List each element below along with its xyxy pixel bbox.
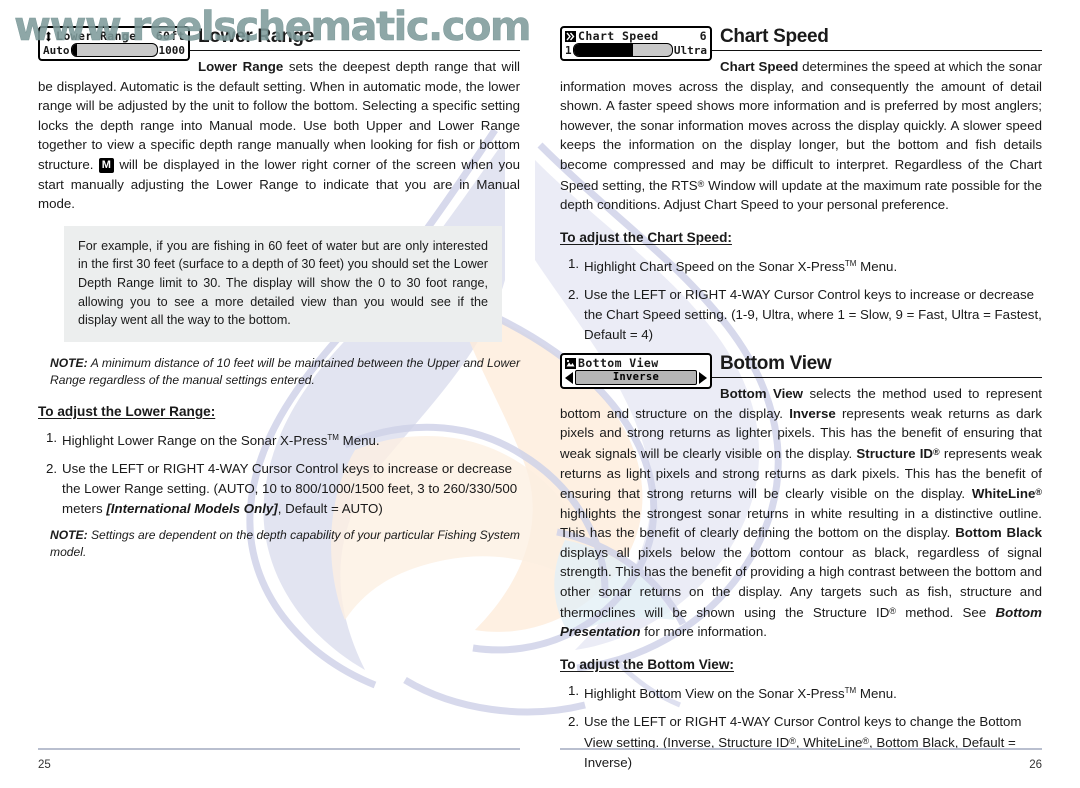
chart-speed-title: Chart Speed [578,29,659,43]
bottom-view-paragraph: Bottom View selects the method used to r… [560,386,1043,640]
step-number: 2. [568,287,580,303]
bottom-view-selected-value[interactable]: Inverse [575,370,697,386]
to-adjust-chart-speed-subheading: To adjust the Chart Speed: [560,229,732,245]
list-item: 1. Highlight Lower Range on the Sonar X-… [38,428,520,451]
bottom-view-title-row: Bottom View [564,356,708,370]
note-1-label: NOTE: [50,355,88,370]
note-2-text: Settings are dependent on the depth capa… [50,528,520,560]
lower-range-example-box: For example, if you are fishing in 60 fe… [64,225,502,342]
document-page: Lower Range 60ft Auto 1000 Lower Range L… [0,0,1080,788]
chart-speed-value: 6 [699,29,707,43]
lower-range-note-2: NOTE: Settings are dependent on the dept… [50,527,520,561]
step-number: 1. [568,682,580,698]
bottom-view-menu-widget[interactable]: Bottom View Inverse [560,353,712,390]
footer-rule [560,748,1042,750]
list-item: 1. Highlight Bottom View on the Sonar X-… [560,681,1042,704]
chart-speed-slider-row[interactable]: 1 Ultra [564,43,708,57]
lower-range-steps: 1. Highlight Lower Range on the Sonar X-… [38,428,520,518]
chart-speed-max-label: Ultra [673,43,707,57]
step-text: Use the LEFT or RIGHT 4-WAY Cursor Contr… [584,287,1042,342]
chart-speed-intro-block: Chart Speed 6 1 Ultra Chart Speed Chart … [560,26,1042,215]
right-page-footer: 26 [560,748,1042,771]
bottom-view-title: Bottom View [578,356,659,371]
chart-speed-title-row: Chart Speed 6 [564,29,708,43]
chart-speed-paragraph: Chart Speed determines the speed at whic… [560,59,1042,213]
chart-speed-slider-track[interactable] [572,43,673,57]
site-url-watermark: www.reelschematic.com [14,4,532,51]
right-arrow-icon[interactable] [699,371,707,384]
speed-lines-icon [565,30,576,42]
note-1-text: A minimum distance of 10 feet will be ma… [50,355,520,387]
to-adjust-bottom-view-subheading: To adjust the Bottom View: [560,656,734,672]
mountain-image-icon [565,357,576,369]
left-page-column: Lower Range 60ft Auto 1000 Lower Range L… [38,26,520,561]
footer-rule [38,748,520,750]
chart-speed-min-label: 1 [565,43,572,57]
to-adjust-lower-range-subheading: To adjust the Lower Range: [38,403,216,419]
step-number: 1. [46,429,58,445]
step-text: Use the LEFT or RIGHT 4-WAY Cursor Contr… [62,461,518,516]
chart-speed-slider-fill [573,44,633,56]
list-item: 2. Use the LEFT or RIGHT 4-WAY Cursor Co… [560,285,1042,344]
list-item: 2. Use the LEFT or RIGHT 4-WAY Cursor Co… [38,459,520,518]
list-item: 1. Highlight Chart Speed on the Sonar X-… [560,254,1042,277]
step-text: Highlight Chart Speed on the Sonar X-Pre… [584,258,898,274]
bottom-view-intro-block: Bottom View Inverse Bottom View Bottom V… [560,353,1042,642]
left-arrow-icon[interactable] [565,371,573,384]
step-text: Highlight Lower Range on the Sonar X-Pre… [62,432,380,448]
lower-range-note-1: NOTE: A minimum distance of 10 feet will… [50,355,520,389]
chart-speed-menu-widget[interactable]: Chart Speed 6 1 Ultra [560,26,712,61]
lower-range-intro-block: Lower Range 60ft Auto 1000 Lower Range L… [38,26,520,214]
step-number: 2. [46,461,58,477]
step-text: Highlight Bottom View on the Sonar X-Pre… [584,685,897,701]
bottom-view-selector-row[interactable]: Inverse [564,370,708,386]
note-2-label: NOTE: [50,528,88,543]
page-number: 25 [38,759,51,771]
left-page-footer: 25 [38,748,520,771]
right-page-column: Chart Speed 6 1 Ultra Chart Speed Chart … [560,26,1042,781]
chart-speed-steps: 1. Highlight Chart Speed on the Sonar X-… [560,254,1042,344]
lower-range-intro-paragraph: Lower Range sets the deepest depth range… [38,59,520,212]
page-number: 26 [1029,759,1042,771]
step-number: 1. [568,255,580,271]
